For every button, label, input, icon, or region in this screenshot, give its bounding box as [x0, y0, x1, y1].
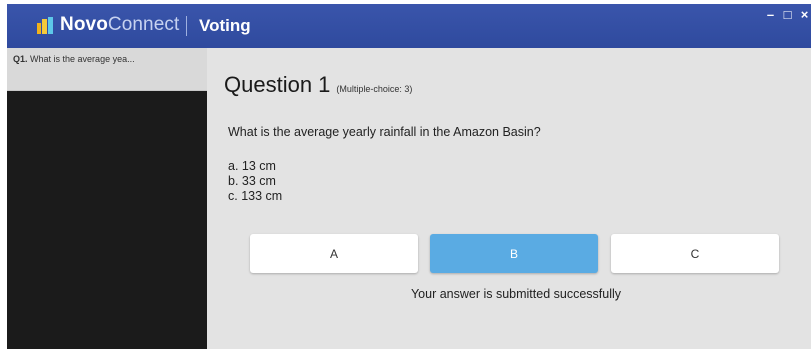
question-heading: Question 1	[224, 72, 331, 97]
sidebar-item-label: Q1. What is the average yea...	[13, 54, 203, 64]
option-a: a. 13 cm	[228, 159, 276, 173]
title-bar: NovoConnect Voting – □ ×	[7, 4, 811, 48]
answer-button-c[interactable]: C	[611, 234, 779, 273]
question-text: What is the average yearly rainfall in t…	[228, 125, 541, 139]
answer-button-b[interactable]: B	[430, 234, 598, 273]
option-b: b. 33 cm	[228, 174, 276, 188]
app-name: NovoConnect	[60, 14, 179, 36]
sidebar-item-q1[interactable]: Q1. What is the average yea...	[7, 48, 207, 91]
maximize-icon[interactable]: □	[781, 8, 794, 21]
minimize-icon[interactable]: –	[764, 8, 777, 21]
question-sidebar: Q1. What is the average yea...	[7, 48, 207, 349]
window-controls: – □ ×	[764, 8, 811, 21]
window-title: Voting	[199, 16, 251, 35]
sidebar-item-text: What is the average yea...	[30, 54, 135, 64]
question-type-note: (Multiple-choice: 3)	[336, 84, 413, 94]
submission-status: Your answer is submitted successfully	[410, 287, 622, 301]
question-title: Question 1 (Multiple-choice: 3)	[224, 72, 412, 98]
option-c: c. 133 cm	[228, 189, 283, 203]
answer-button-a[interactable]: A	[250, 234, 418, 273]
question-panel: Question 1 (Multiple-choice: 3) What is t…	[207, 48, 811, 349]
novoconnect-logo-icon	[37, 17, 53, 34]
app-name-light: Connect	[107, 14, 180, 35]
title-separator	[186, 16, 187, 36]
close-icon[interactable]: ×	[798, 8, 811, 21]
app-window: NovoConnect Voting – □ × Q1. What is the…	[7, 4, 811, 349]
app-name-bold: Novo	[60, 14, 108, 35]
sidebar-item-number: Q1.	[13, 54, 28, 64]
answer-options-list: a. 13 cm b. 33 cm c. 133 cm	[228, 159, 282, 204]
